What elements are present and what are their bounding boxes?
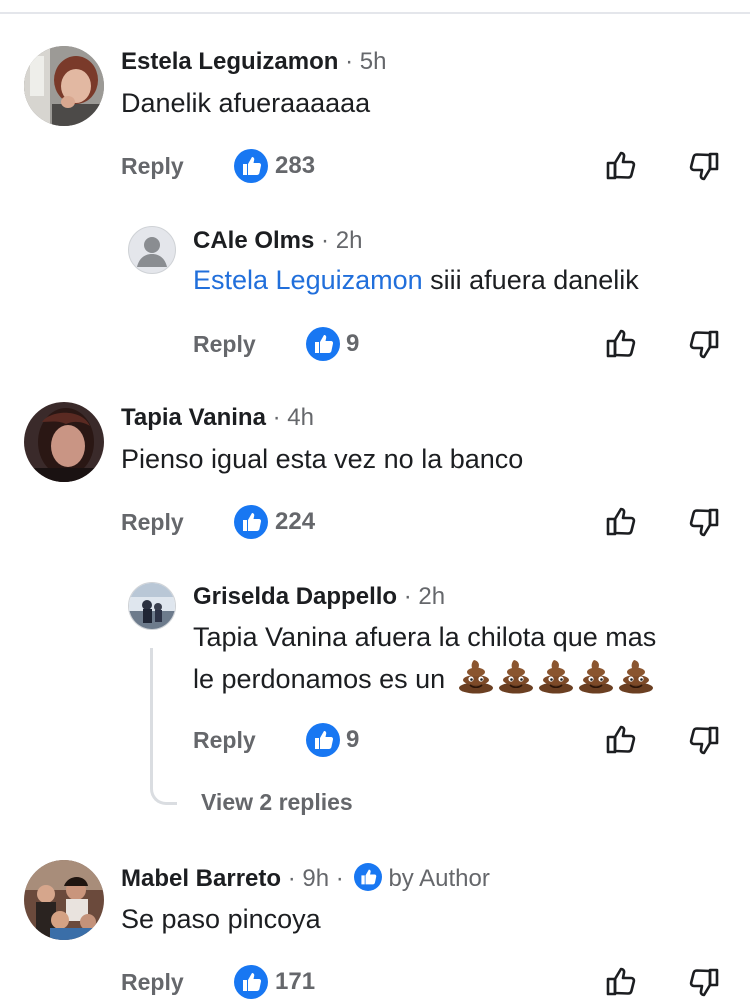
comment-author[interactable]: CAle Olms: [193, 227, 314, 254]
comment-time[interactable]: 9h: [302, 865, 329, 892]
comment-text: Estela Leguizamon siii afuera danelik: [193, 260, 639, 300]
comment-text: Se paso pincoya: [121, 904, 321, 934]
like-badge-icon: [234, 149, 268, 183]
thumbs-up-icon[interactable]: [602, 962, 642, 1002]
reply-button[interactable]: Reply: [121, 146, 184, 186]
avatar[interactable]: [128, 226, 176, 274]
comment-text: Danelik afueraaaaaa: [121, 88, 371, 118]
comment-time[interactable]: 2h: [336, 227, 363, 254]
comment-time[interactable]: 2h: [418, 583, 445, 610]
like-count: 9: [346, 330, 360, 357]
like-badge-icon: [306, 327, 340, 361]
emoji-row: [457, 660, 657, 694]
poop-emoji-icon: [617, 658, 655, 694]
separator: ·: [321, 227, 330, 254]
view-replies-link[interactable]: View 2 replies: [201, 786, 353, 818]
author-badge-label: by Author: [388, 865, 490, 892]
like-badge-icon: [306, 723, 340, 757]
thumbs-up-icon[interactable]: [602, 502, 642, 542]
separator: ·: [287, 865, 296, 892]
thumbs-up-icon[interactable]: [602, 720, 642, 760]
thumbs-down-icon[interactable]: [683, 962, 723, 1002]
avatar[interactable]: [128, 582, 176, 630]
top-divider: [0, 12, 750, 14]
like-badge-icon: [234, 505, 268, 539]
mention-link[interactable]: Estela Leguizamon: [193, 265, 423, 295]
thumbs-down-icon[interactable]: [683, 146, 723, 186]
comment-text-line-2: le perdonamos es un: [193, 658, 657, 699]
poop-emoji-icon: [537, 658, 575, 694]
separator: ·: [335, 865, 344, 892]
poop-emoji-icon: [497, 658, 535, 694]
comment-author[interactable]: Estela Leguizamon: [121, 48, 338, 75]
comment-author[interactable]: Tapia Vanina: [121, 404, 266, 431]
comment-text: Pienso igual esta vez no la banco: [121, 444, 524, 474]
like-badge-icon: [234, 965, 268, 999]
separator: ·: [403, 583, 412, 610]
thumbs-down-icon[interactable]: [683, 502, 723, 542]
like-count: 171: [275, 968, 316, 995]
reply-button[interactable]: Reply: [121, 962, 184, 1002]
comment-time[interactable]: 5h: [360, 48, 387, 75]
avatar[interactable]: [24, 46, 104, 126]
thumbs-up-icon[interactable]: [602, 324, 642, 364]
reply-button[interactable]: Reply: [193, 720, 256, 760]
poop-emoji-icon: [457, 658, 495, 694]
comment-author[interactable]: Griselda Dappello: [193, 583, 397, 610]
comment-time[interactable]: 4h: [287, 404, 314, 431]
thumbs-up-badge-icon: [354, 863, 383, 891]
avatar[interactable]: [24, 860, 104, 940]
avatar[interactable]: [24, 402, 104, 482]
separator: ·: [345, 48, 354, 75]
comment-text: le perdonamos es un: [193, 664, 446, 694]
separator: ·: [272, 404, 281, 431]
comment-text-line-1: Tapia Vanina afuera la chilota que mas: [193, 622, 657, 652]
poop-emoji-icon: [577, 658, 615, 694]
reply-button[interactable]: Reply: [121, 502, 184, 542]
thumbs-down-icon[interactable]: [683, 324, 723, 364]
comment-author[interactable]: Mabel Barreto: [121, 865, 281, 892]
like-count: 224: [275, 508, 316, 535]
thumbs-up-icon[interactable]: [602, 146, 642, 186]
reply-button[interactable]: Reply: [193, 324, 256, 364]
like-count: 9: [346, 726, 360, 753]
like-count: 283: [275, 152, 316, 179]
comment-text-rest: siii afuera danelik: [422, 265, 639, 295]
thumbs-down-icon[interactable]: [683, 720, 723, 760]
